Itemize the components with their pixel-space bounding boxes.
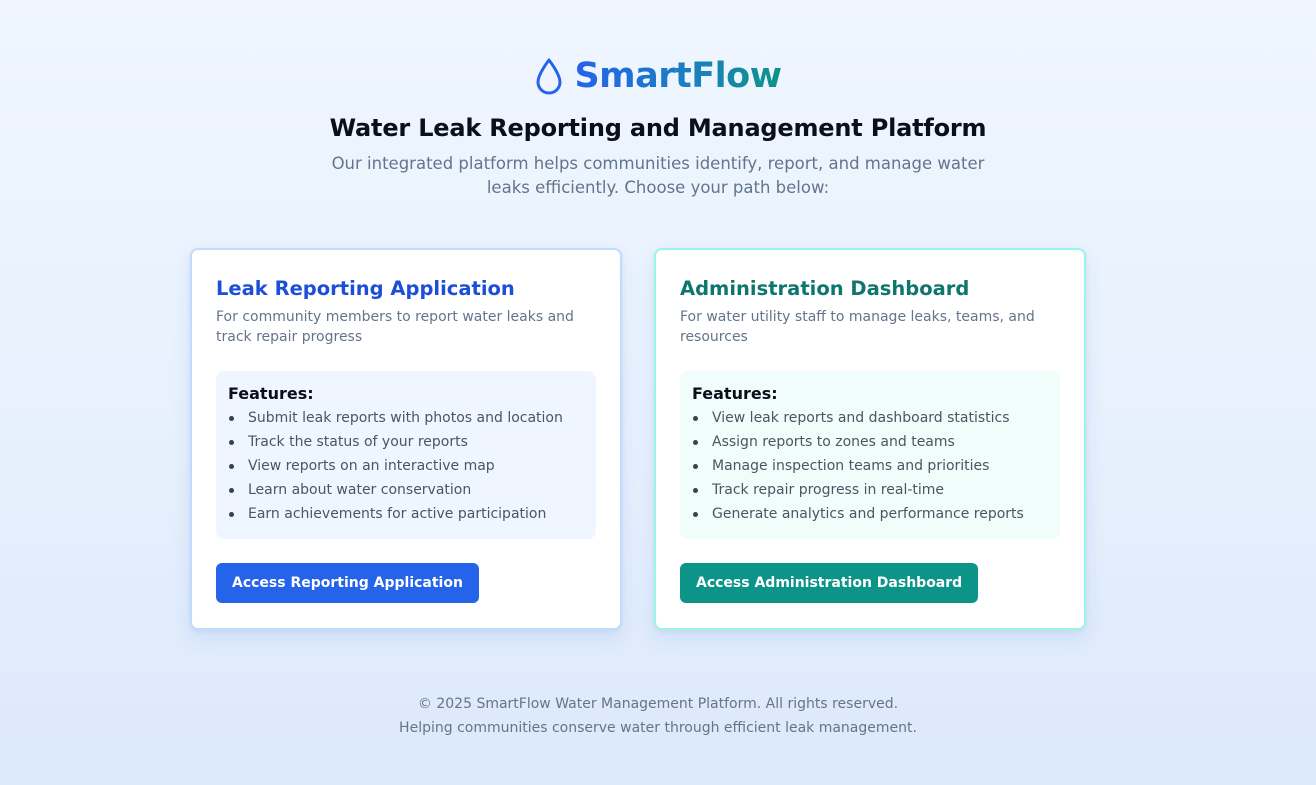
feature-item: Learn about water conservation: [228, 478, 584, 502]
feature-item: Submit leak reports with photos and loca…: [228, 406, 584, 430]
page-title: Water Leak Reporting and Management Plat…: [329, 114, 987, 142]
card-title: Leak Reporting Application: [216, 277, 515, 300]
admin-dashboard-card: Administration Dashboard For water utili…: [654, 248, 1086, 630]
water-drop-icon: [534, 57, 564, 95]
feature-item: View reports on an interactive map: [228, 454, 584, 478]
brand-name: SmartFlow: [574, 56, 782, 96]
feature-item: View leak reports and dashboard statisti…: [692, 406, 1048, 430]
feature-item: Assign reports to zones and teams: [692, 430, 1048, 454]
card-description: For water utility staff to manage leaks,…: [680, 309, 1035, 345]
feature-item: Generate analytics and performance repor…: [692, 502, 1048, 526]
feature-item: Track repair progress in real-time: [692, 478, 1048, 502]
features-list: View leak reports and dashboard statisti…: [692, 406, 1048, 526]
access-admin-dashboard-button[interactable]: Access Administration Dashboard: [680, 563, 979, 603]
features-heading: Features:: [692, 384, 778, 403]
page-header: SmartFlow Water Leak Reporting and Manag…: [0, 56, 1316, 200]
feature-item: Earn achievements for active participati…: [228, 502, 584, 526]
brand-logo: SmartFlow: [0, 56, 1316, 96]
access-reporting-app-button[interactable]: Access Reporting Application: [216, 563, 479, 603]
footer-tagline: Helping communities conserve water throu…: [399, 720, 917, 736]
card-description: For community members to report water le…: [216, 309, 574, 345]
features-list: Submit leak reports with photos and loca…: [228, 406, 584, 526]
features-heading: Features:: [228, 384, 314, 403]
page-subtitle: Our integrated platform helps communitie…: [331, 154, 985, 197]
footer-copyright: © 2025 SmartFlow Water Management Platfo…: [417, 696, 899, 712]
page-footer: © 2025 SmartFlow Water Management Platfo…: [0, 692, 1316, 740]
card-title: Administration Dashboard: [680, 277, 970, 300]
features-box: Features: Submit leak reports with photo…: [216, 371, 596, 539]
feature-item: Track the status of your reports: [228, 430, 584, 454]
features-box: Features: View leak reports and dashboar…: [680, 371, 1060, 539]
reporting-app-card: Leak Reporting Application For community…: [190, 248, 622, 630]
feature-item: Manage inspection teams and priorities: [692, 454, 1048, 478]
